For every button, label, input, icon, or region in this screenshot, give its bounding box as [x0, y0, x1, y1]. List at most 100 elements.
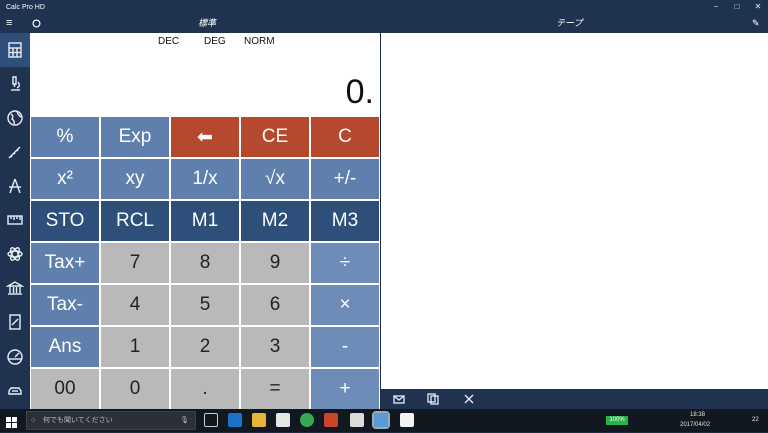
copy-button[interactable] [419, 389, 447, 409]
search-placeholder: 何でも聞いてください [43, 417, 113, 424]
key-29[interactable]: - [311, 327, 379, 367]
calc-pro-taskbar-icon[interactable] [372, 411, 390, 429]
key-4[interactable]: C [311, 117, 379, 157]
chrome-browser-icon[interactable] [300, 413, 314, 427]
sidebar-item-measure[interactable] [0, 135, 30, 169]
calculator-app-icon[interactable] [350, 413, 364, 427]
key-12[interactable]: M1 [171, 201, 239, 241]
key-16[interactable]: 7 [101, 243, 169, 283]
key-2[interactable]: ⬅ [171, 117, 239, 157]
display-value: 0. [345, 73, 374, 111]
ruler-icon [8, 146, 21, 159]
sidebar-item-science[interactable] [0, 67, 30, 101]
key-10[interactable]: STO [31, 201, 99, 241]
start-button[interactable] [6, 415, 17, 428]
compass-icon [9, 178, 21, 194]
windows-logo-icon [6, 417, 17, 428]
key-17[interactable]: 8 [171, 243, 239, 283]
mode-norm: NORM [244, 36, 275, 47]
key-33[interactable]: = [241, 369, 309, 409]
minimize-button[interactable]: − [706, 0, 726, 14]
key-24[interactable]: × [311, 285, 379, 325]
app-icon-a[interactable] [324, 413, 338, 427]
key-13[interactable]: M2 [241, 201, 309, 241]
edit-pencil-icon[interactable]: ✎ [752, 14, 760, 33]
mail-icon [393, 395, 405, 404]
status-ring-icon[interactable] [32, 14, 41, 33]
car-icon [8, 387, 22, 395]
key-21[interactable]: 4 [101, 285, 169, 325]
task-view-icon[interactable] [204, 413, 218, 427]
key-11[interactable]: RCL [101, 201, 169, 241]
atom-icon [7, 247, 23, 261]
key-1[interactable]: Exp [101, 117, 169, 157]
mode-dec: DEC [158, 36, 180, 47]
mail-app-icon[interactable] [400, 413, 414, 427]
key-18[interactable]: 9 [241, 243, 309, 283]
globe-icon [7, 110, 23, 126]
maximize-button[interactable]: □ [727, 0, 747, 14]
key-30[interactable]: 00 [31, 369, 99, 409]
app-header: ≡ 標準 テープ ✎ [0, 14, 768, 33]
sidebar-item-world[interactable] [0, 101, 30, 135]
tape-toolbar [381, 389, 768, 409]
key-32[interactable]: . [171, 369, 239, 409]
taskbar-search-input[interactable]: ○ 何でも聞いてください 🎙 [26, 411, 196, 430]
key-27[interactable]: 2 [171, 327, 239, 367]
calculator-icon [8, 42, 22, 58]
bank-icon [6, 281, 24, 295]
clock-time[interactable]: 18:38 [690, 412, 705, 418]
tape-measure-icon [7, 215, 23, 225]
sidebar-item-speed[interactable] [0, 339, 30, 373]
notification-count[interactable]: 22 [752, 417, 759, 423]
key-7[interactable]: 1/x [171, 159, 239, 199]
key-25[interactable]: Ans [31, 327, 99, 367]
battery-indicator[interactable]: 100% [606, 416, 628, 425]
key-14[interactable]: M3 [311, 201, 379, 241]
key-19[interactable]: ÷ [311, 243, 379, 283]
taskbar: ○ 何でも聞いてください 🎙 100% 18:38 2017/04/02 22 [0, 409, 768, 432]
sidebar-item-physics[interactable] [0, 237, 30, 271]
mail-button[interactable] [385, 389, 413, 409]
calculator-panel: DEC DEG NORM 0. % Exp ⬅ CE Cx² xy 1/x √x +/- STO R… [30, 33, 380, 409]
mode-indicators: DEC DEG NORM [30, 36, 380, 50]
sidebar-item-finance[interactable] [0, 271, 30, 305]
window-titlebar: Calc Pro HD − □ ✕ [0, 0, 768, 14]
microphone-icon[interactable]: 🎙 [180, 412, 189, 429]
calc-mode-title: 標準 [198, 18, 217, 28]
key-15[interactable]: Tax+ [31, 243, 99, 283]
key-6[interactable]: xy [101, 159, 169, 199]
key-3[interactable]: CE [241, 117, 309, 157]
sidebar-item-geometry[interactable] [0, 169, 30, 203]
key-34[interactable]: + [311, 369, 379, 409]
clock-date[interactable]: 2017/04/02 [680, 422, 710, 428]
sidebar-item-calculator[interactable] [0, 33, 30, 67]
key-8[interactable]: √x [241, 159, 309, 199]
key-23[interactable]: 6 [241, 285, 309, 325]
sidebar-item-auto[interactable] [0, 373, 30, 409]
sidebar-item-units[interactable] [0, 203, 30, 237]
close-icon [464, 394, 474, 404]
clear-tape-button[interactable] [455, 389, 483, 409]
microscope-icon [11, 76, 20, 91]
sidebar-item-notes[interactable] [0, 305, 30, 339]
mode-deg: DEG [204, 36, 226, 47]
hamburger-menu-icon[interactable]: ≡ [6, 14, 12, 33]
key-5[interactable]: x² [31, 159, 99, 199]
keypad: % Exp ⬅ CE Cx² xy 1/x √x +/- STO RCL M1 M2 M3 Tax+ 7 8 9 ÷… [30, 117, 380, 409]
key-0[interactable]: % [31, 117, 99, 157]
key-22[interactable]: 5 [171, 285, 239, 325]
window-title: Calc Pro HD [6, 3, 45, 11]
key-26[interactable]: 1 [101, 327, 169, 367]
copy-icon [427, 393, 439, 405]
key-28[interactable]: 3 [241, 327, 309, 367]
edge-browser-icon[interactable] [228, 413, 242, 427]
key-20[interactable]: Tax- [31, 285, 99, 325]
store-icon[interactable] [276, 413, 290, 427]
close-button[interactable]: ✕ [748, 0, 768, 14]
file-explorer-icon[interactable] [252, 413, 266, 427]
key-9[interactable]: +/- [311, 159, 379, 199]
gauge-icon [7, 349, 23, 365]
sidebar [0, 33, 30, 409]
key-31[interactable]: 0 [101, 369, 169, 409]
